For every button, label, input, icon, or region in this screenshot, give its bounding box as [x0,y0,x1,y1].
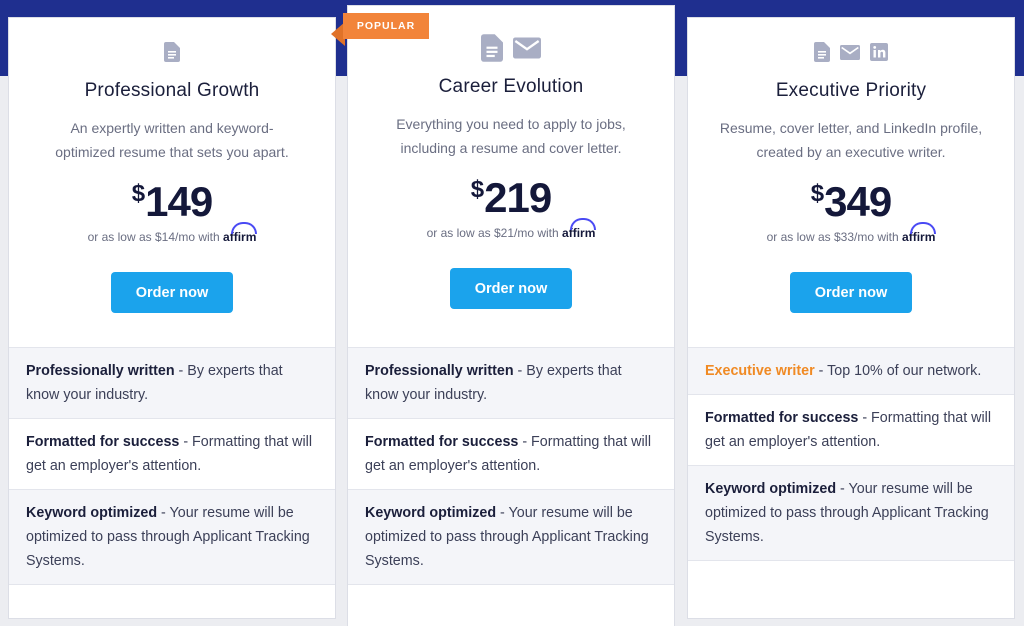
plan-card-career-evolution: Career Evolution Everything you need to … [348,6,674,626]
plan-description: An expertly written and keyword-optimize… [55,120,289,160]
plan-price: $349 [810,178,892,225]
feature-item: Formatted for success - Formatting that … [9,419,335,490]
plan-title: Professional Growth [84,80,260,101]
affirm-logo: affirm [223,222,258,244]
plan-price: $219 [470,174,552,221]
plan-price: $149 [131,178,213,225]
feature-item: Professionally written - By experts that… [9,348,335,419]
feature-item: Formatted for success - Formatting that … [348,419,674,490]
financing-note: or as low as $14/mo with affirm [9,222,335,244]
feature-item: Keyword optimized - Your resume will be … [688,466,1014,561]
affirm-logo: affirm [902,222,937,244]
order-now-button[interactable]: Order now [790,272,912,313]
feature-list: Professionally written - By experts that… [348,347,674,585]
plan-description: Resume, cover letter, and LinkedIn profi… [719,120,983,160]
feature-item: Formatted for success - Formatting that … [688,395,1014,466]
plan-icons [9,32,335,72]
plan-icons [688,32,1014,72]
plan-title: Career Evolution [438,76,584,97]
document-icon [814,42,830,62]
document-icon [164,42,180,62]
financing-note: or as low as $21/mo with affirm [348,218,674,240]
plan-title: Executive Priority [775,80,927,101]
order-now-button[interactable]: Order now [111,272,233,313]
plan-description: Everything you need to apply to jobs, inc… [396,116,626,156]
financing-note: or as low as $33/mo with affirm [688,222,1014,244]
document-icon [481,34,503,62]
feature-list: Executive writer - Top 10% of our networ… [688,347,1014,561]
order-now-button[interactable]: Order now [450,268,572,309]
feature-item: Keyword optimized - Your resume will be … [9,490,335,585]
feature-list: Professionally written - By experts that… [9,347,335,585]
affirm-logo: affirm [562,218,597,240]
plan-card-executive-priority: Executive Priority Resume, cover letter,… [688,18,1014,618]
plan-card-professional-growth: Professional Growth An expertly written … [9,18,335,618]
mail-icon [840,44,860,60]
popular-badge: POPULAR [343,13,429,39]
feature-item: Executive writer - Top 10% of our networ… [688,348,1014,395]
feature-item: Keyword optimized - Your resume will be … [348,490,674,585]
feature-item: Professionally written - By experts that… [348,348,674,419]
mail-icon [513,37,541,59]
linkedin-icon [870,43,888,61]
